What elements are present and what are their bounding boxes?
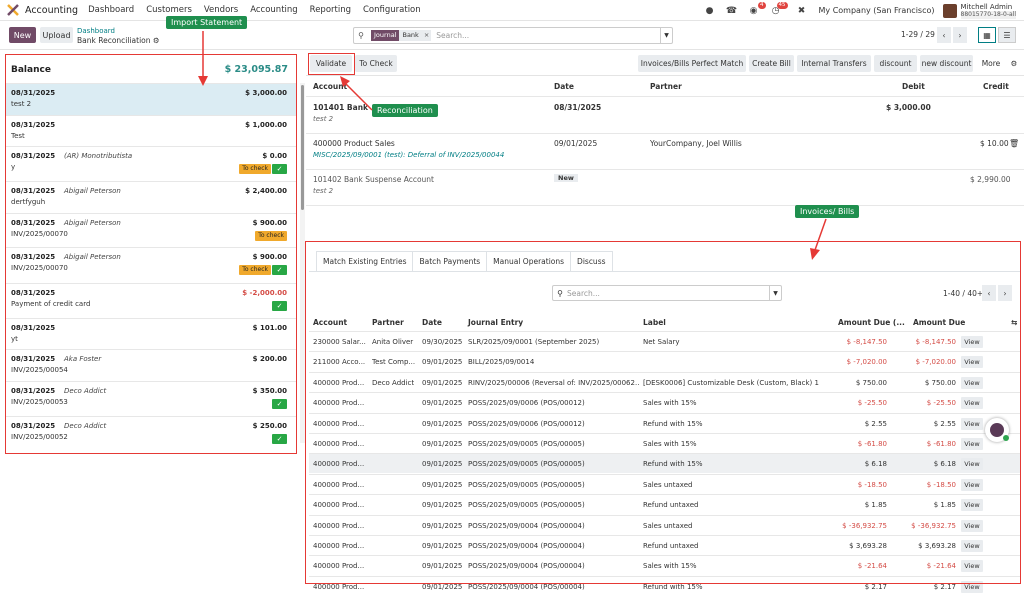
annotation-arrows	[198, 31, 827, 260]
